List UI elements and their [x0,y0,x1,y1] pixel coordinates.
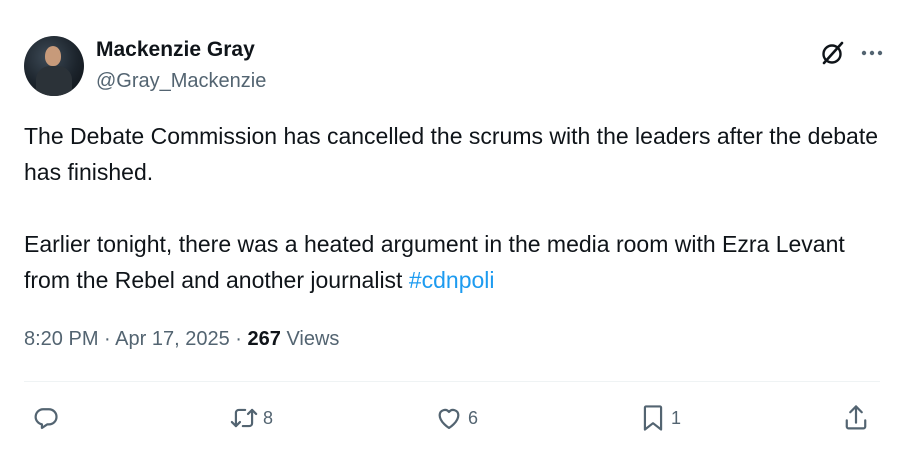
bookmark-count: 1 [671,407,682,428]
post-text: The Debate Commission has cancelled the … [24,118,894,298]
post-card: Mackenzie Gray @Gray_Mackenzie The Debat… [0,0,914,456]
reply-button[interactable] [32,398,64,438]
post-meta: 8:20 PM · Apr 17, 2025 · 267 Views [24,328,339,351]
post-top-actions [820,40,884,66]
divider [24,381,880,382]
like-count: 6 [468,407,479,428]
views-count: 267 [247,328,281,350]
repost-count: 8 [263,407,274,428]
grok-icon[interactable] [820,40,846,66]
avatar[interactable] [24,36,84,96]
heart-icon [434,404,464,432]
post-text-paragraph-1: The Debate Commission has cancelled the … [24,123,878,185]
post-time[interactable]: 8:20 PM [24,328,98,350]
bookmark-button[interactable]: 1 [639,398,681,438]
more-icon[interactable] [860,48,884,58]
author-name[interactable]: Mackenzie Gray [96,38,255,62]
like-button[interactable]: 6 [434,398,478,438]
share-button[interactable] [842,398,870,438]
post-text-paragraph-2: Earlier tonight, there was a heated argu… [24,226,894,298]
meta-separator: · [104,328,111,350]
post-date[interactable]: Apr 17, 2025 [115,328,230,350]
share-icon [842,403,870,433]
action-bar: 8 6 1 [24,398,880,438]
bookmark-icon [639,403,667,433]
views-label: Views [286,328,340,350]
avatar-body [36,66,72,96]
meta-separator: · [235,328,242,350]
repost-button[interactable]: 8 [229,398,273,438]
author-handle[interactable]: @Gray_Mackenzie [96,70,266,93]
avatar-head [45,46,61,66]
repost-icon [229,404,259,432]
reply-icon [32,404,60,432]
hashtag-link[interactable]: #cdnpoli [409,267,495,293]
